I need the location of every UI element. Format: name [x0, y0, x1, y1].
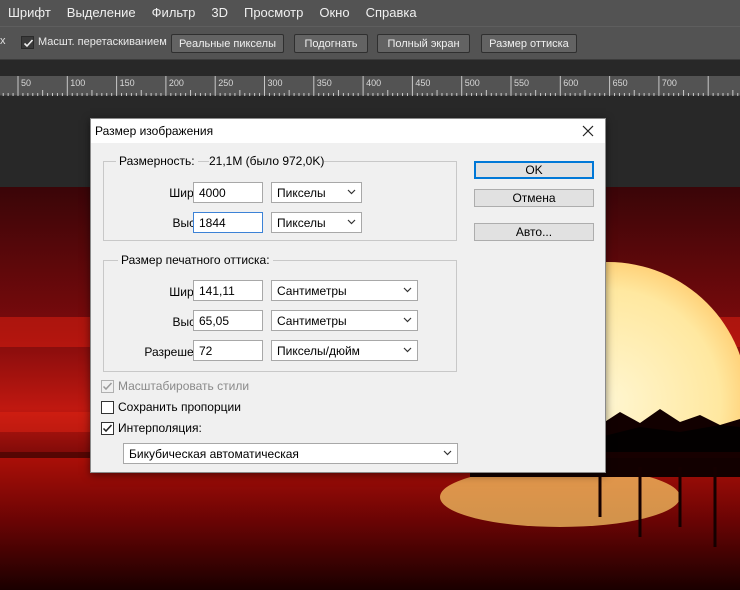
ruler-tick-label: 100 [70, 78, 85, 88]
menu-window[interactable]: Окно [311, 0, 357, 26]
doc-height-unit-select[interactable]: Сантиметры [271, 310, 418, 331]
ruler-tick-label: 150 [120, 78, 135, 88]
pixel-width-unit: Пикселы [277, 186, 326, 200]
ruler-tick-label: 550 [514, 78, 529, 88]
doc-width-input[interactable]: 141,11 [193, 280, 263, 301]
actual-pixels-button[interactable]: Реальные пикселы [171, 34, 284, 53]
auto-button[interactable]: Авто... [474, 223, 594, 241]
ruler-tick-label: 500 [465, 78, 480, 88]
ruler-tick-label: 650 [613, 78, 628, 88]
ruler-ticks: 50 100 150 200 250 300 350 400 450 500 550 600 650 70… [2, 76, 739, 96]
chevron-down-icon [403, 317, 412, 323]
menu-bar: Шрифт Выделение Фильтр 3D Просмотр Окно … [0, 0, 740, 26]
checkmark-icon [102, 424, 113, 433]
image-size-dialog: Размер изображения Размерность: 21,1M (б… [90, 118, 606, 473]
pixel-dimensions-label: Размерность: [116, 154, 198, 168]
constrain-proportions-label: Сохранить пропорции [118, 400, 241, 414]
menu-help[interactable]: Справка [358, 0, 425, 26]
fit-screen-button[interactable]: Подогнать [294, 34, 368, 53]
ruler-tick-label: 450 [415, 78, 430, 88]
chevron-down-icon [403, 347, 412, 353]
ruler-tick-label: 50 [21, 78, 31, 88]
options-bar: x Масшт. перетаскиванием Реальные пиксел… [0, 26, 740, 60]
doc-height-input[interactable]: 65,05 [193, 310, 263, 331]
drag-zoom-checkbox[interactable] [21, 36, 34, 49]
pixel-width-input[interactable]: 4000 [193, 182, 263, 203]
checkmark-icon [102, 382, 113, 391]
dialog-title: Размер изображения [95, 124, 214, 138]
resample-method-select[interactable]: Бикубическая автоматическая [123, 443, 458, 464]
dialog-titlebar: Размер изображения [91, 119, 605, 143]
doc-height-unit: Сантиметры [277, 314, 347, 328]
scale-styles-checkbox[interactable] [101, 380, 114, 393]
constrain-proportions-checkbox[interactable] [101, 401, 114, 414]
doc-width-unit-select[interactable]: Сантиметры [271, 280, 418, 301]
resample-method: Бикубическая автоматическая [129, 447, 299, 461]
resolution-unit: Пикселы/дюйм [277, 344, 360, 358]
ok-button[interactable]: OK [474, 161, 594, 179]
options-partial-text: x [0, 35, 6, 47]
ruler-tick-label: 200 [169, 78, 184, 88]
menu-type[interactable]: Шрифт [0, 0, 59, 26]
pixel-width-unit-select[interactable]: Пикселы [271, 182, 362, 203]
drag-zoom-label: Масшт. перетаскиванием [38, 36, 167, 48]
ruler-tick-label: 250 [218, 78, 233, 88]
cancel-button[interactable]: Отмена [474, 189, 594, 207]
resample-label: Интерполяция: [118, 421, 202, 435]
scale-styles-label: Масштабировать стили [118, 379, 250, 393]
resolution-input[interactable]: 72 [193, 340, 263, 361]
resolution-unit-select[interactable]: Пикселы/дюйм [271, 340, 418, 361]
ruler-tick-label: 400 [366, 78, 381, 88]
chevron-down-icon [443, 450, 452, 456]
pixel-dimensions-value: 21,1M (было 972,0K) [209, 154, 325, 168]
close-icon[interactable] [577, 120, 599, 142]
ruler-tick-label: 300 [268, 78, 283, 88]
document-size-label: Размер печатного оттиска: [118, 253, 273, 267]
checkmark-icon [23, 39, 34, 48]
pixel-height-unit-select[interactable]: Пикселы [271, 212, 362, 233]
chevron-down-icon [347, 219, 356, 225]
ruler-tick-label: 600 [563, 78, 578, 88]
menu-view[interactable]: Просмотр [236, 0, 311, 26]
menu-select[interactable]: Выделение [59, 0, 144, 26]
pixel-height-input[interactable]: 1844 [193, 212, 263, 233]
menu-filter[interactable]: Фильтр [144, 0, 204, 26]
ruler-tick-label: 700 [662, 78, 677, 88]
chevron-down-icon [347, 189, 356, 195]
menu-3d[interactable]: 3D [203, 0, 236, 26]
chevron-down-icon [403, 287, 412, 293]
print-size-button[interactable]: Размер оттиска [481, 34, 577, 53]
doc-width-unit: Сантиметры [277, 284, 347, 298]
full-screen-button[interactable]: Полный экран [377, 34, 470, 53]
horizontal-ruler[interactable]: 50 100 150 200 250 300 350 400 450 500 550 600 650 70… [0, 76, 740, 96]
resample-checkbox[interactable] [101, 422, 114, 435]
pixel-height-unit: Пикселы [277, 216, 326, 230]
ruler-tick-label: 350 [317, 78, 332, 88]
